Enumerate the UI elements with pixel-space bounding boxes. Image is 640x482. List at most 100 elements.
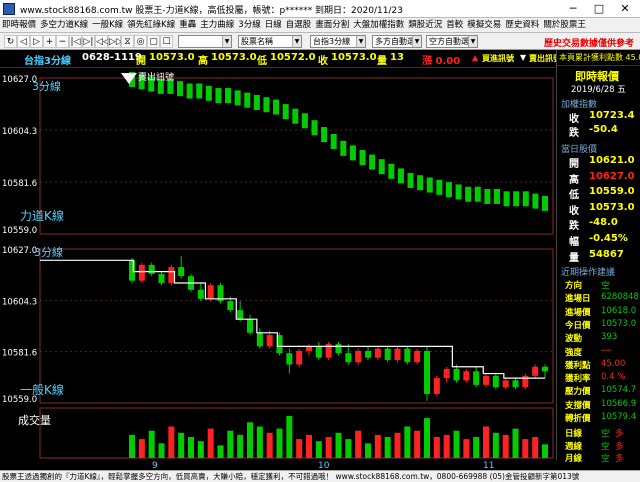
menu-item-14[interactable]: 歷史資料	[503, 18, 541, 32]
force-k-bar	[445, 182, 452, 198]
ops-row-label: 進場價	[565, 307, 591, 318]
toolbar-button-0[interactable]: ↻	[4, 35, 17, 48]
pnl-summary: 本頁累計獲利點數 45.00	[559, 53, 640, 62]
quote-row: 量 54867	[557, 249, 640, 264]
menu-item-1[interactable]: 多空力道K線	[38, 18, 90, 32]
candle-body	[365, 350, 371, 358]
ops-row-label: 進場日	[565, 294, 591, 305]
symbol-select[interactable]: ▼	[178, 35, 232, 48]
toolbar-button-5[interactable]: |◁	[69, 35, 82, 48]
close-label: 收	[318, 56, 328, 67]
short-screener-select[interactable]: 空方自動選股 ▼	[426, 35, 478, 48]
quote-row-label: 高	[569, 174, 579, 186]
menu-item-8[interactable]: 自選股	[284, 18, 314, 32]
sell-signal-text: 賣出訊號	[138, 71, 174, 83]
menu-item-7[interactable]: 日線	[263, 18, 284, 32]
menu-item-9[interactable]: 畫面分割	[313, 18, 351, 32]
ops-row-value: 393	[601, 332, 618, 343]
trend-row: 週線 空多	[557, 439, 640, 452]
volume-bar	[306, 434, 312, 458]
toolbar-button-3[interactable]: +	[43, 35, 56, 48]
force-k-bar	[417, 175, 424, 191]
maximize-button[interactable]: □	[586, 0, 612, 18]
toolbar-button-11[interactable]: ▢	[147, 35, 160, 48]
high-value: 10573.0	[211, 52, 257, 63]
volume-bar	[502, 434, 509, 458]
realtime-quote-panel: 本頁累計獲利點數 45.00 即時報價 2019/6/28 五 加權指數 收 10…	[556, 50, 640, 464]
timeframe-select[interactable]: 台指3分線 ▼	[310, 35, 366, 48]
ops-row: 轉折價 10579.4	[557, 411, 640, 424]
toolbar-button-6[interactable]: ▷|	[82, 35, 95, 48]
quote-row-label: 收	[569, 205, 579, 217]
toolbar-button-12[interactable]: ☐	[160, 35, 173, 48]
toolbar-button-9[interactable]: ⧖	[121, 35, 134, 48]
menu-item-11[interactable]: 類股近況	[406, 18, 444, 32]
app-icon	[3, 3, 15, 15]
toolbar-button-10[interactable]: ◎	[134, 35, 147, 48]
volume-value: 13	[390, 52, 404, 63]
ops-row: 波動 393	[557, 331, 640, 344]
menu-item-13[interactable]: 模擬交易	[465, 18, 503, 32]
candle-body	[247, 319, 253, 333]
menu-item-6[interactable]: 3分線	[236, 18, 262, 32]
candle-body	[129, 260, 135, 281]
price-chart[interactable]: 10627.010604.310581.610559.010627.010604…	[0, 68, 556, 470]
menu-item-10[interactable]: 大盤加權指數	[351, 18, 406, 32]
candle-body	[158, 273, 165, 283]
candle-body	[492, 375, 499, 388]
volume-bar	[276, 428, 283, 458]
candle-body	[286, 353, 293, 365]
toolbar-button-7[interactable]: ◁◁	[95, 35, 110, 48]
low-value: 10572.0	[270, 52, 316, 63]
volume-bar	[443, 434, 450, 458]
toolbar-button-8[interactable]: ▷▷	[108, 35, 123, 48]
force-k-bar	[503, 191, 510, 207]
ops-row: 獲利點 45.00	[557, 358, 640, 371]
force-k-bar	[273, 99, 280, 115]
menu-item-5[interactable]: 主力曲線	[198, 18, 236, 32]
toolbar-button-2[interactable]: ▷	[30, 35, 43, 48]
volume-bar	[296, 439, 303, 458]
quote-row-value: -0.45%	[589, 233, 628, 244]
x-tick-label: 9	[152, 461, 158, 470]
menu-item-3[interactable]: 領先紅綠K線	[125, 18, 177, 32]
force-k-bar	[330, 133, 337, 149]
candle-body	[483, 375, 489, 385]
x-tick-label: 11	[483, 461, 494, 470]
long-screener-select[interactable]: 多方自動選股 ▼	[372, 35, 422, 48]
candle-body	[542, 366, 548, 372]
low-label: 低	[257, 56, 267, 67]
volume-bar	[345, 439, 352, 458]
toolbar-button-4[interactable]: −	[56, 35, 69, 48]
menu-item-2[interactable]: 一般K線	[90, 18, 125, 32]
force-k-bar	[301, 113, 308, 129]
quote-row: 開 10621.0	[557, 155, 640, 170]
ops-row-value: 10618.0	[601, 305, 637, 316]
menu-item-0[interactable]: 即時報價	[0, 18, 38, 32]
menu-item-4[interactable]: 重轟	[177, 18, 198, 32]
bar-time: 0628-1119	[82, 52, 142, 63]
menu-item-15[interactable]: 關於股票王	[541, 18, 588, 32]
force-k-bar	[177, 81, 184, 97]
volume-bar	[237, 434, 244, 458]
change-value: 漲 0.00	[422, 56, 461, 67]
candle-body	[138, 264, 145, 281]
quote-title: 當日股價	[561, 145, 598, 155]
ops-row: 進場日 6280848	[557, 291, 640, 304]
menu-item-12[interactable]: 首較	[444, 18, 465, 32]
x-tick-label: 10	[318, 461, 330, 470]
toolbar-button-1[interactable]: ◁	[17, 35, 30, 48]
trend-bear: 空	[601, 429, 610, 439]
volume-bar	[217, 445, 224, 458]
trend-bull: 多	[615, 441, 624, 452]
volume-bar	[197, 441, 204, 458]
force-k-bar	[493, 189, 500, 204]
quote-row: 高 10627.0	[557, 171, 640, 186]
force-k-bar	[542, 195, 548, 211]
stock-name-select[interactable]: 股票名稱 ▼	[238, 35, 302, 48]
status-bar: 股票王透過獨創的『力道K線』，輕鬆掌握多空方向，低買高賣，大賺小賠，穩定獲利，不…	[0, 470, 640, 482]
minimize-button[interactable]: ─	[560, 0, 586, 18]
ops-title: 近期操作建議	[561, 268, 616, 278]
quote-row: 收 10573.0	[557, 202, 640, 217]
close-button[interactable]: ✕	[612, 0, 638, 18]
